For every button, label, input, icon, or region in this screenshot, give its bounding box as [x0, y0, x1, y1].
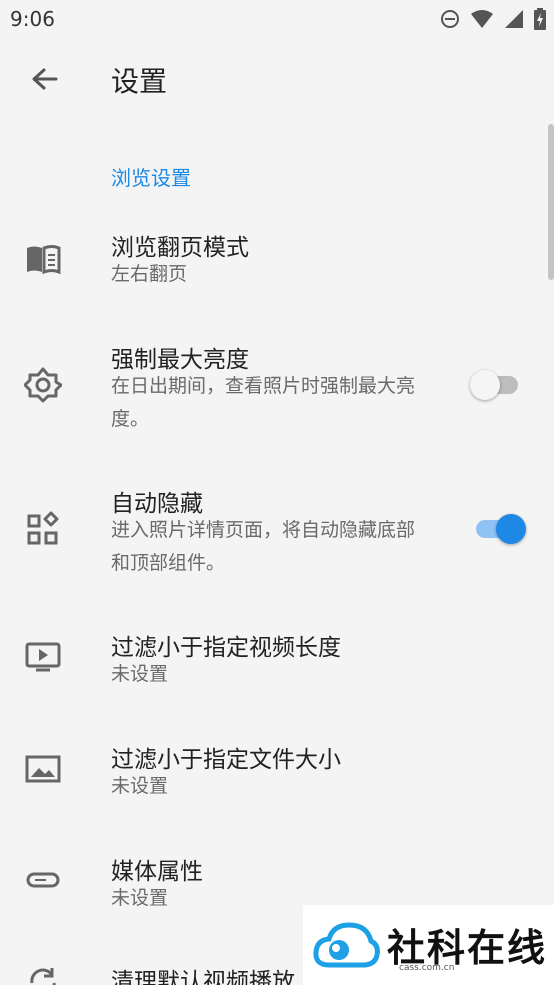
- auto-hide-toggle[interactable]: [470, 509, 526, 549]
- setting-title: 自动隐藏: [111, 491, 203, 517]
- setting-title: 强制最大亮度: [111, 347, 249, 373]
- setting-title: 媒体属性: [111, 859, 203, 885]
- book-icon: [24, 240, 62, 278]
- setting-subtitle: 在日出期间，查看照片时强制最大亮度。: [111, 375, 416, 430]
- setting-title: 过滤小于指定文件大小: [111, 747, 341, 773]
- watermark-logo-icon: [311, 917, 381, 975]
- wifi-icon: [470, 9, 494, 33]
- setting-title: 清理默认视频播放: [111, 969, 295, 985]
- setting-filter-video-length[interactable]: 过滤小于指定视频长度 未设置: [0, 620, 554, 700]
- video-icon: [24, 638, 62, 676]
- brightness-icon: [23, 366, 63, 404]
- signal-icon: [504, 9, 524, 33]
- status-time: 9:06: [10, 7, 55, 31]
- toolbar: 设置: [0, 38, 554, 124]
- setting-filter-file-size[interactable]: 过滤小于指定文件大小 未设置: [0, 732, 554, 812]
- page-title: 设置: [111, 65, 168, 98]
- sync-icon: [24, 964, 62, 985]
- switch-thumb: [496, 514, 526, 544]
- watermark-url: cass.com.cn: [399, 963, 455, 973]
- setting-subtitle: 未设置: [111, 775, 169, 797]
- arrow-left-icon: [26, 68, 62, 102]
- setting-subtitle: 进入照片详情页面，将自动隐藏底部和顶部组件。: [111, 519, 416, 574]
- tag-icon: [24, 862, 62, 900]
- back-button[interactable]: [26, 62, 62, 98]
- setting-title: 过滤小于指定视频长度: [111, 635, 341, 661]
- section-header: 浏览设置: [111, 166, 191, 190]
- image-icon: [24, 750, 62, 788]
- battery-charging-icon: [534, 8, 546, 34]
- switch-thumb: [470, 370, 500, 400]
- setting-title: 浏览翻页模式: [111, 235, 249, 261]
- status-bar: 9:06: [0, 0, 554, 38]
- setting-auto-hide[interactable]: 自动隐藏 进入照片详情页面，将自动隐藏底部和顶部组件。: [0, 476, 554, 580]
- widgets-icon: [24, 510, 62, 548]
- do-not-disturb-icon: [440, 9, 460, 33]
- setting-force-max-brightness[interactable]: 强制最大亮度 在日出期间，查看照片时强制最大亮度。: [0, 332, 554, 436]
- brightness-toggle[interactable]: [470, 365, 524, 405]
- setting-subtitle: 未设置: [111, 663, 169, 685]
- watermark: 社科在线 cass.com.cn: [303, 905, 554, 985]
- setting-page-flip-mode[interactable]: 浏览翻页模式 左右翻页: [0, 220, 554, 300]
- setting-subtitle: 左右翻页: [111, 263, 188, 285]
- scrollbar[interactable]: [548, 124, 554, 280]
